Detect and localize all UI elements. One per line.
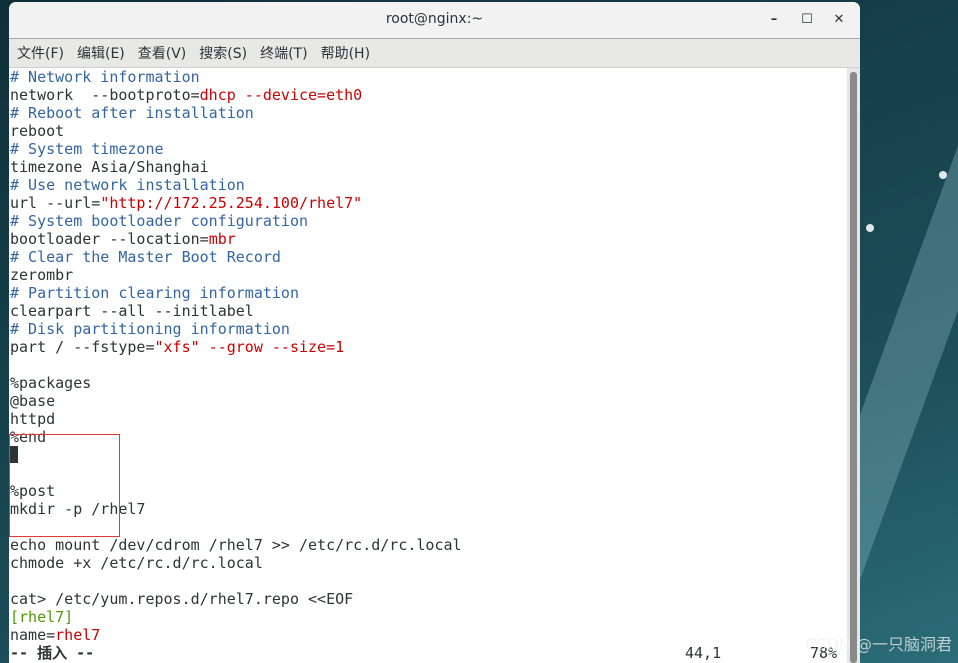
code-token: network --bootproto= — [10, 86, 200, 104]
code-token: reboot — [10, 122, 65, 140]
menu-bar: 文件(F) 编辑(E) 查看(V) 搜索(S) 终端(T) 帮助(H) — [9, 39, 860, 68]
code-token: # Network information — [10, 68, 200, 86]
code-line: httpd — [9, 410, 847, 428]
title-bar[interactable]: root@nginx:~ – ☐ ✕ — [9, 2, 860, 39]
code-line: # System timezone — [9, 140, 847, 158]
code-line: timezone Asia/Shanghai — [9, 158, 847, 176]
code-line: zerombr — [9, 266, 847, 284]
code-token: cat> /etc/yum.repos.d/rhel7.repo <<EOF — [10, 590, 354, 608]
code-token: "http://172.25.254.100/rhel7" — [100, 194, 363, 212]
code-line: clearpart --all --initlabel — [9, 302, 847, 320]
code-line: [rhel7] — [9, 608, 847, 626]
code-token: # Use network installation — [10, 176, 245, 194]
code-line: url --url="http://172.25.254.100/rhel7" — [9, 194, 847, 212]
code-line: @base — [9, 392, 847, 410]
minimize-button[interactable]: – — [764, 10, 784, 30]
code-line: bootloader --location=mbr — [9, 230, 847, 248]
code-token: # Clear the Master Boot Record — [10, 248, 281, 266]
code-token: zerombr — [10, 266, 74, 284]
code-line: cat> /etc/yum.repos.d/rhel7.repo <<EOF — [9, 590, 847, 608]
highlight-box — [9, 434, 120, 537]
scrollbar-thumb[interactable] — [850, 72, 857, 663]
code-line: part / --fstype="xfs" --grow --size=1 — [9, 338, 847, 356]
vim-mode: -- 插入 -- — [10, 644, 95, 662]
code-token: # Reboot after installation — [10, 104, 254, 122]
code-line: # Partition clearing information — [9, 284, 847, 302]
code-token: dhcp --device=eth0 — [199, 86, 363, 104]
code-line: chmode +x /etc/rc.d/rc.local — [9, 554, 847, 572]
code-token: clearpart --all --initlabel — [10, 302, 254, 320]
code-token: @base — [10, 392, 56, 410]
code-token: [rhel7] — [10, 608, 74, 626]
code-line: %end — [9, 428, 847, 446]
window-title: root@nginx:~ — [385, 11, 484, 27]
code-line: name=rhel7 — [9, 626, 847, 644]
code-token: %packages — [10, 374, 92, 392]
code-line — [9, 446, 847, 464]
code-line: # Reboot after installation — [9, 104, 847, 122]
menu-search[interactable]: 搜索(S) — [194, 43, 255, 63]
code-line: %packages — [9, 374, 847, 392]
code-line: mkdir -p /rhel7 — [9, 500, 847, 518]
menu-view[interactable]: 查看(V) — [133, 43, 195, 63]
cursor-position: 44,1 — [685, 644, 722, 662]
code-token: chmode +x /etc/rc.d/rc.local — [10, 554, 263, 572]
code-token: "xfs" --grow --size=1 — [154, 338, 345, 356]
code-token: # System bootloader configuration — [10, 212, 309, 230]
code-line: # Network information — [9, 68, 847, 86]
code-line: echo mount /dev/cdrom /rhel7 >> /etc/rc.… — [9, 536, 847, 554]
code-line: # Clear the Master Boot Record — [9, 248, 847, 266]
code-token: url --url= — [10, 194, 101, 212]
code-token: mbr — [208, 230, 236, 248]
desktop-decoration-dot — [866, 224, 874, 232]
code-line: reboot — [9, 122, 847, 140]
maximize-button[interactable]: ☐ — [797, 10, 817, 30]
menu-terminal[interactable]: 终端(T) — [255, 43, 315, 63]
code-line: # Use network installation — [9, 176, 847, 194]
code-token: # Disk partitioning information — [10, 320, 290, 338]
close-button[interactable]: ✕ — [829, 10, 849, 30]
code-line: network --bootproto=dhcp --device=eth0 — [9, 86, 847, 104]
terminal-window: root@nginx:~ – ☐ ✕ 文件(F) 编辑(E) 查看(V) 搜索(… — [9, 2, 860, 663]
code-token: bootloader --location= — [10, 230, 209, 248]
scrollbar[interactable] — [847, 68, 860, 663]
code-token: echo mount /dev/cdrom /rhel7 >> /etc/rc.… — [10, 536, 462, 554]
code-line: %post — [9, 482, 847, 500]
desktop-decoration-dot — [939, 171, 947, 179]
code-token: name= — [10, 626, 56, 644]
code-token: timezone Asia/Shanghai — [10, 158, 209, 176]
vim-status-line: -- 插入 -- 44,1 78% — [10, 644, 847, 662]
code-token: part / --fstype= — [10, 338, 155, 356]
terminal-content[interactable]: # Network information network --bootproto… — [9, 68, 847, 663]
code-token: httpd — [10, 410, 56, 428]
watermark: CSDN @一只脑洞君 — [805, 635, 952, 654]
code-line: # System bootloader configuration — [9, 212, 847, 230]
code-token: # Partition clearing information — [10, 284, 299, 302]
code-line: # Disk partitioning information — [9, 320, 847, 338]
menu-file[interactable]: 文件(F) — [12, 43, 72, 63]
menu-help[interactable]: 帮助(H) — [316, 43, 378, 63]
code-token: # System timezone — [10, 140, 164, 158]
code-token: rhel7 — [55, 626, 101, 644]
menu-edit[interactable]: 编辑(E) — [72, 43, 133, 63]
